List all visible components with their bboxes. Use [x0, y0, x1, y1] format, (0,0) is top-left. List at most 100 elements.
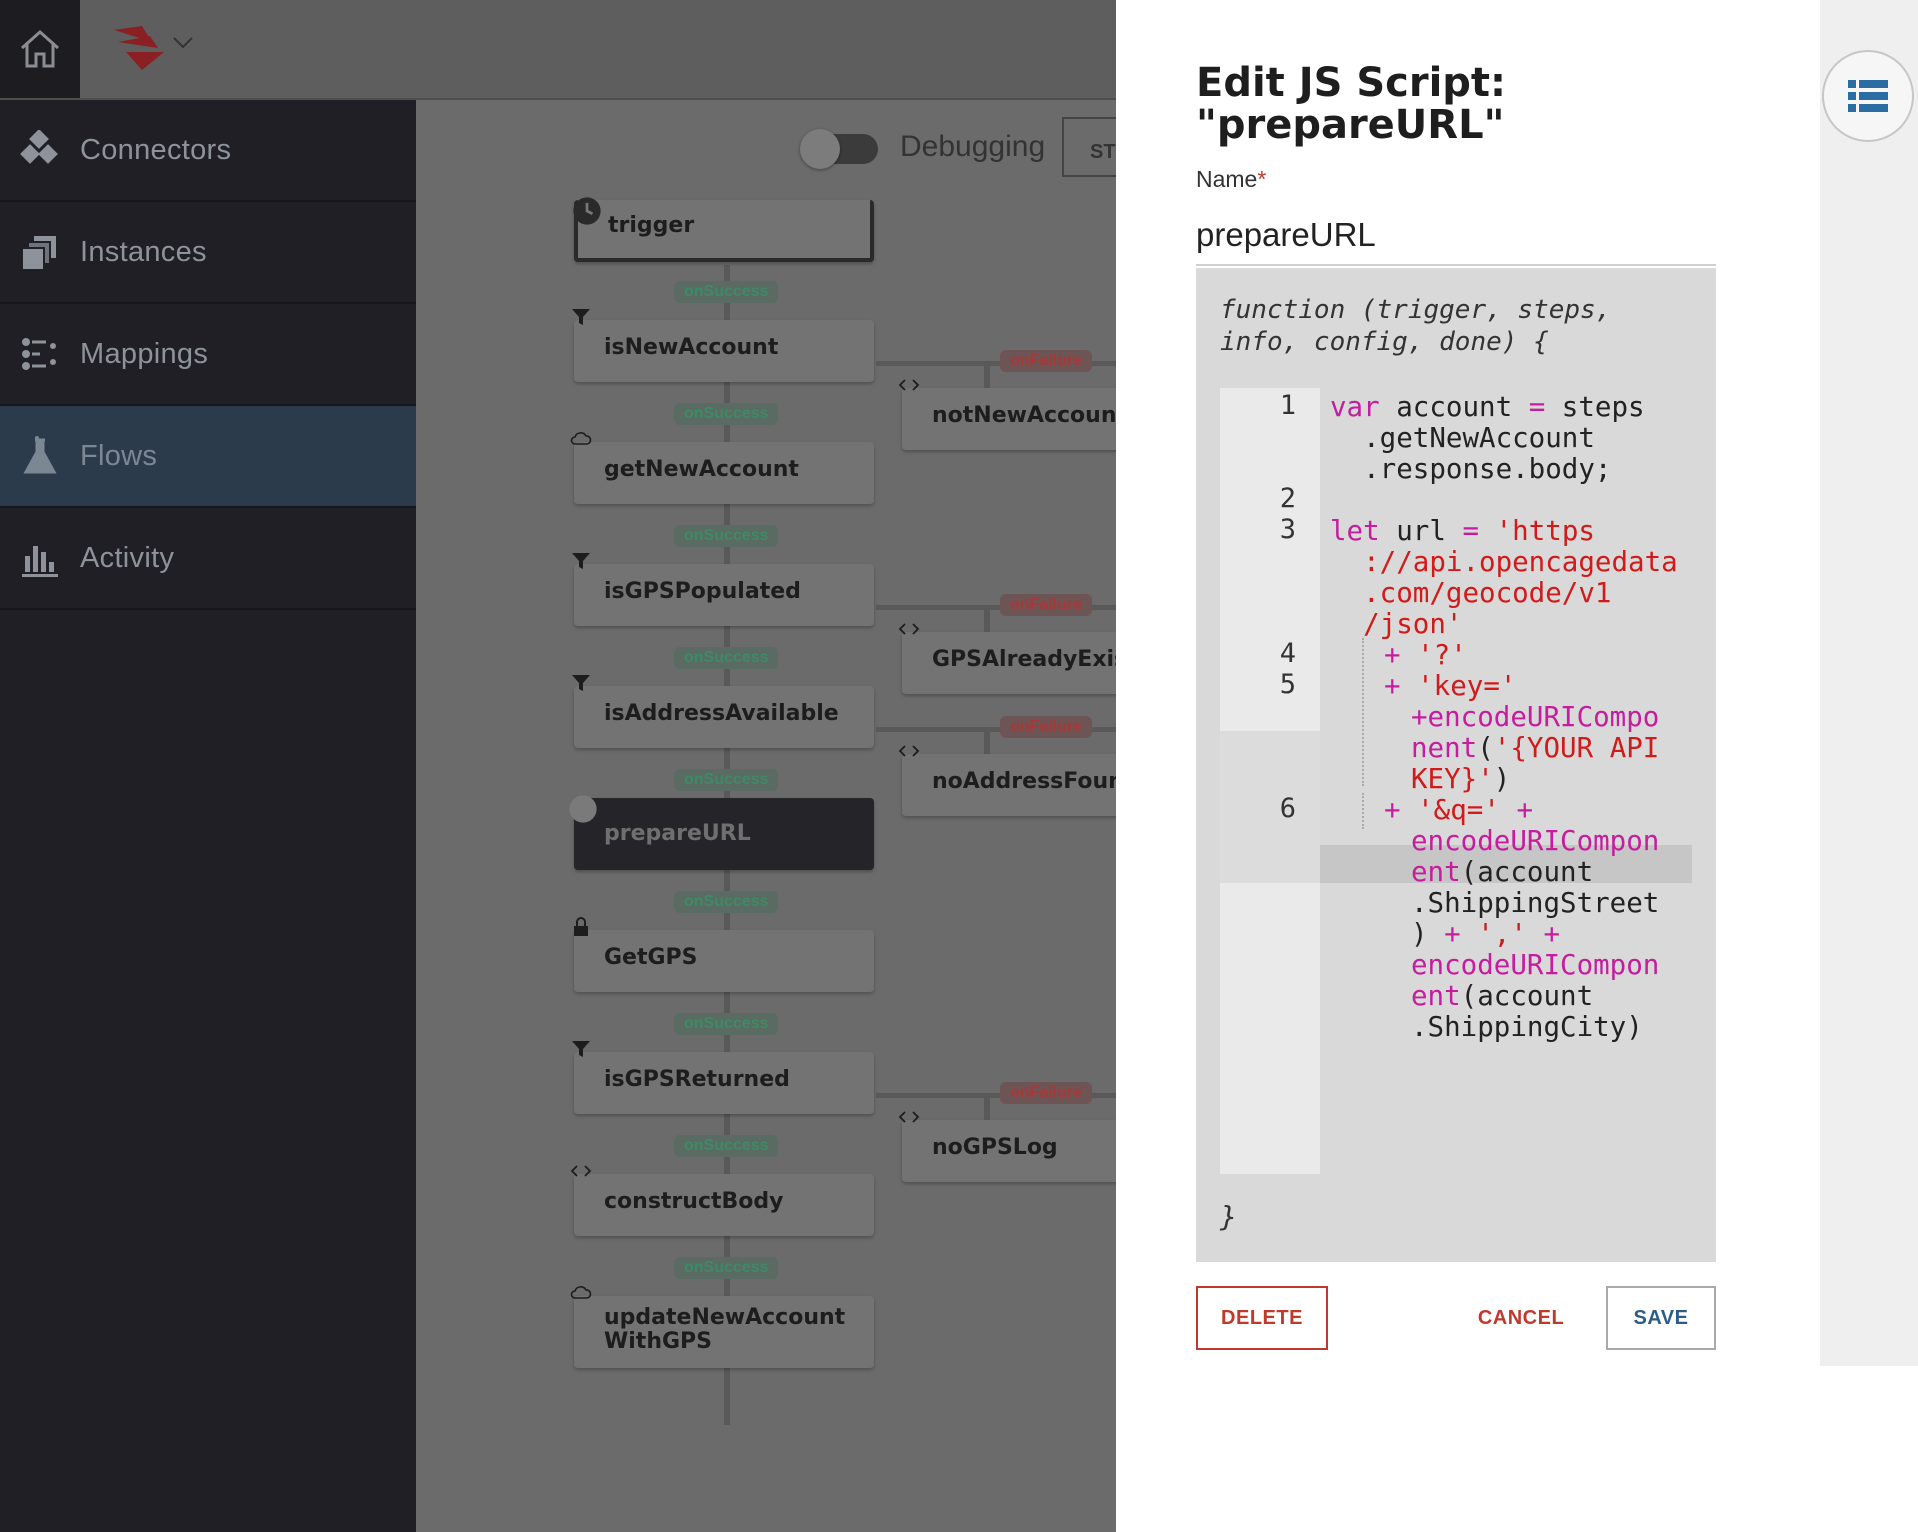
bar-chart-icon: [22, 546, 58, 577]
name-label-text: Name: [1196, 166, 1258, 192]
list-view-button[interactable]: [1822, 50, 1914, 142]
cloud-icon: [570, 432, 592, 445]
node-label: notNewAccountL: [932, 403, 1116, 428]
edge-label-failure: onFailure: [1000, 716, 1093, 738]
flow-node-isGPSPopulated[interactable]: isGPSPopulated: [572, 553, 874, 626]
edge-label-success: onSuccess: [674, 525, 779, 547]
sidebar-item-instances[interactable]: Instances: [0, 202, 416, 304]
sidebar-item-label: Flows: [80, 439, 158, 472]
function-closing-brace: }: [1220, 1200, 1237, 1233]
start-button[interactable]: ST: [1062, 117, 1116, 177]
debugging-label: Debugging: [900, 130, 1046, 163]
sidebar-item-activity[interactable]: Activity: [0, 508, 416, 610]
list-icon: [1848, 80, 1888, 112]
name-label: Name*: [1196, 166, 1266, 193]
code-token: .ShippingCity): [1411, 1011, 1643, 1043]
save-button[interactable]: SAVE: [1606, 1286, 1716, 1350]
required-mark: *: [1257, 166, 1267, 192]
node-label: getNewAccount: [604, 457, 799, 482]
flow-canvas[interactable]: Debugging ST onSuccess onSuccess onSucce…: [416, 100, 1116, 1532]
code-area[interactable]: 1 2 3 4 5 6 var account = steps .getNewA…: [1220, 388, 1692, 1174]
lock-icon: [574, 917, 588, 936]
node-label: isNewAccount: [604, 335, 779, 360]
flow-node-isNewAccount[interactable]: isNewAccount: [572, 309, 874, 382]
flow-node-isAddressAvailable[interactable]: isAddressAvailable: [572, 675, 874, 748]
flow-node-trigger[interactable]: trigger: [573, 197, 874, 262]
indent-guide: [1362, 793, 1364, 829]
node-label: trigger: [608, 213, 695, 238]
rail-footer: [1820, 1366, 1918, 1532]
edge-label-failure: onFailure: [1000, 350, 1093, 372]
edge-label-success: onSuccess: [674, 403, 779, 425]
sidebar-item-label: Mappings: [80, 337, 209, 370]
code-icon: [898, 379, 920, 391]
line-number: 5: [1279, 669, 1296, 700]
filter-icon: [572, 309, 590, 325]
name-input[interactable]: [1196, 206, 1716, 266]
right-rail: [1820, 0, 1918, 1366]
indent-guide: [1362, 638, 1364, 786]
edge-label-success: onSuccess: [674, 769, 779, 791]
flow-node-noGPSLog[interactable]: noGPSLog: [898, 1111, 1116, 1182]
sidebar-item-mappings[interactable]: Mappings: [0, 304, 416, 406]
flow-node-notNewAccountLog[interactable]: notNewAccountL: [898, 379, 1116, 450]
code-line: .ShippingCity): [1411, 1008, 1643, 1046]
filter-icon: [572, 553, 590, 569]
top-bar: [0, 0, 1116, 100]
panel-title: Edit JS Script: "prepareURL": [1196, 60, 1507, 148]
sidebar: Connectors Instances Mappings Flows Acti…: [0, 100, 416, 1532]
edge-label-success: onSuccess: [674, 891, 779, 913]
mappings-icon: [22, 338, 56, 370]
edge-label-success: onSuccess: [674, 281, 779, 303]
cancel-button[interactable]: CANCEL: [1456, 1286, 1586, 1350]
node-label: isAddressAvailable: [604, 701, 839, 726]
chevron-down-icon[interactable]: [172, 36, 194, 50]
node-label: prepareURL: [604, 821, 751, 846]
code-token: '{YOUR API: [1493, 732, 1660, 764]
sidebar-item-connectors[interactable]: Connectors: [0, 100, 416, 202]
code-icon: [898, 745, 920, 757]
filter-icon: [572, 1041, 590, 1057]
code-icon: [898, 623, 920, 635]
brand-logo[interactable]: [112, 22, 168, 72]
clock-icon: [573, 197, 601, 225]
code-icon: [898, 1111, 920, 1123]
line-number: 1: [1279, 390, 1296, 421]
node-label: GetGPS: [604, 945, 698, 970]
code-token: .response.body;: [1330, 453, 1612, 485]
edge-label-success: onSuccess: [674, 1135, 779, 1157]
edge-label-success: onSuccess: [674, 1257, 779, 1279]
home-icon: [21, 29, 59, 68]
flask-icon: [23, 436, 57, 474]
flow-node-noAddressFound[interactable]: noAddressFound: [898, 745, 1116, 816]
code-editor[interactable]: function (trigger, steps, info, config, …: [1196, 268, 1716, 1262]
flow-node-getNewAccount[interactable]: getNewAccount: [570, 432, 874, 504]
flow-node-constructBody[interactable]: constructBody: [570, 1165, 874, 1236]
edge-label-failure: onFailure: [1000, 594, 1093, 616]
line-number: 6: [1279, 793, 1296, 824]
flow-node-GPSAlreadyExists[interactable]: GPSAlreadyExists: [898, 623, 1116, 694]
node-label: isGPSReturned: [604, 1067, 790, 1092]
sidebar-item-label: Activity: [80, 541, 175, 574]
node-label: noGPSLog: [932, 1135, 1058, 1160]
node-label: updateNewAccountWithGPS: [604, 1305, 846, 1354]
flow-node-isGPSReturned[interactable]: isGPSReturned: [572, 1041, 874, 1114]
node-label: isGPSPopulated: [604, 579, 801, 604]
flow-node-prepareURL[interactable]: prepareURL: [569, 795, 874, 870]
code-token: +: [1384, 670, 1401, 702]
instances-icon: [21, 236, 56, 271]
debugging-toggle[interactable]: [800, 129, 878, 169]
flow-node-updateNewAccountWithGPS[interactable]: updateNewAccountWithGPS: [570, 1286, 874, 1368]
code-line: .response.body;: [1330, 450, 1611, 488]
line-number: 3: [1279, 514, 1296, 545]
node-label: noAddressFound: [932, 769, 1116, 794]
code-icon: [569, 795, 597, 823]
home-button[interactable]: [0, 0, 80, 98]
flow-node-GetGPS[interactable]: GetGPS: [574, 917, 874, 992]
delete-button[interactable]: DELETE: [1196, 1286, 1328, 1350]
cloud-icon: [570, 1286, 592, 1299]
line-number: 2: [1279, 483, 1296, 514]
connectors-icon: [20, 130, 58, 164]
sidebar-item-label: Instances: [80, 235, 207, 268]
sidebar-item-flows[interactable]: Flows: [0, 406, 416, 508]
